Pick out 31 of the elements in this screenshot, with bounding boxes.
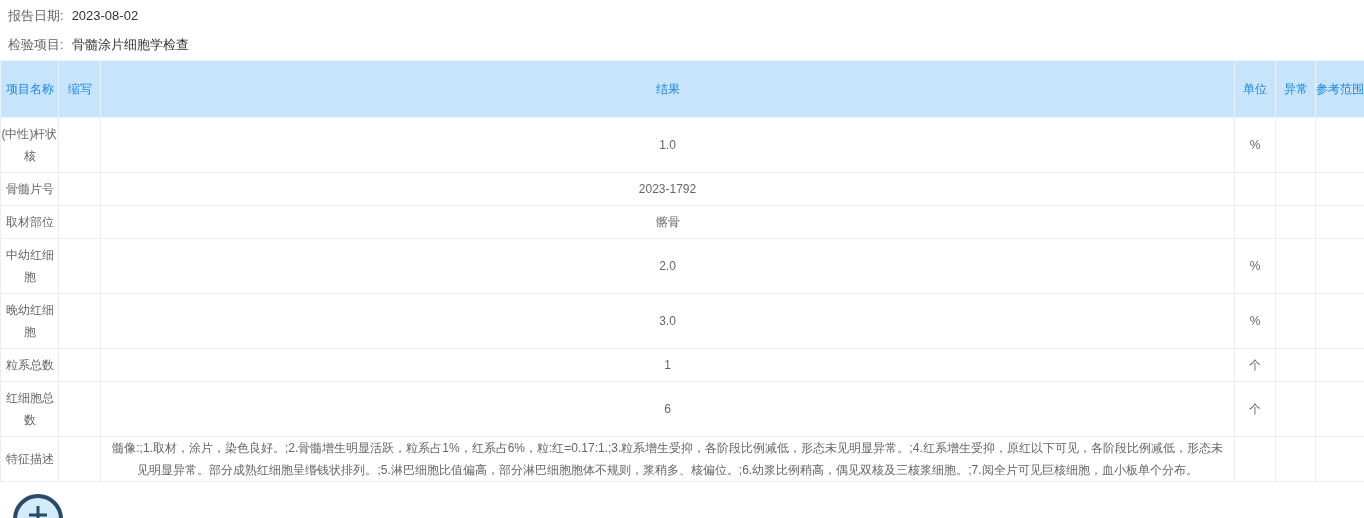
column-header: 项目名称 (0, 60, 59, 118)
field-label: 检验项目: (8, 35, 64, 54)
result-value: 髂骨 (655, 215, 680, 229)
field-label: 报告日期: (8, 6, 64, 25)
result-value: 1.0 (659, 138, 676, 152)
unit-text: 个 (1249, 358, 1261, 372)
result-value: 2023-1792 (638, 182, 697, 196)
result-value: 1 (664, 358, 671, 372)
item-name: 晚幼红细胞 (5, 303, 54, 339)
item-name: 粒系总数 (5, 358, 54, 372)
description-text: 髓像:;1.取材，涂片，染色良好。;2.骨髓增生明显活跃，粒系占1%，红系占6%，粒:红=0.17:1.;3.粒系增生受抑，各阶段比例减低，形态未见明显异常。;4.红系增生受抑，原红以下可见，各阶段比例减低，形态未见明显异常。部分成熟红细胞呈缗钱状排列。;5.淋巴细胞比值偏高，部分淋巴细胞胞体不规则，浆稍多、核偏位。;6.幼浆比例稍高，偶见双核及三核浆细胞。;7.阅全片可见巨核细胞，血小板单个分布。 (111, 440, 1224, 479)
column-header: 缩写 (58, 60, 101, 118)
result-value: 3.0 (659, 314, 676, 328)
unit-text: % (1249, 314, 1261, 328)
item-name: 特征描述 (5, 452, 54, 466)
unit-text: % (1249, 138, 1261, 152)
result-value: 2.0 (659, 259, 676, 273)
field-value: 骨髓涂片细胞学检查 (71, 35, 189, 54)
column-header: 异常 (1275, 60, 1316, 118)
column-header: 参考范围 (1315, 60, 1364, 118)
item-name: 中幼红细胞 (5, 248, 54, 284)
item-name: 红细胞总数 (5, 391, 54, 427)
result-value: 6 (664, 402, 671, 416)
item-name: (中性)杆状核 (1, 127, 58, 163)
column-header: 单位 (1234, 60, 1276, 118)
unit-text: 个 (1249, 402, 1261, 416)
column-header: 结果 (100, 60, 1235, 118)
unit-text: % (1249, 259, 1261, 273)
field-value: 2023-08-02 (71, 8, 139, 23)
item-name: 取材部位 (5, 215, 54, 229)
item-name: 骨髓片号 (5, 182, 54, 196)
